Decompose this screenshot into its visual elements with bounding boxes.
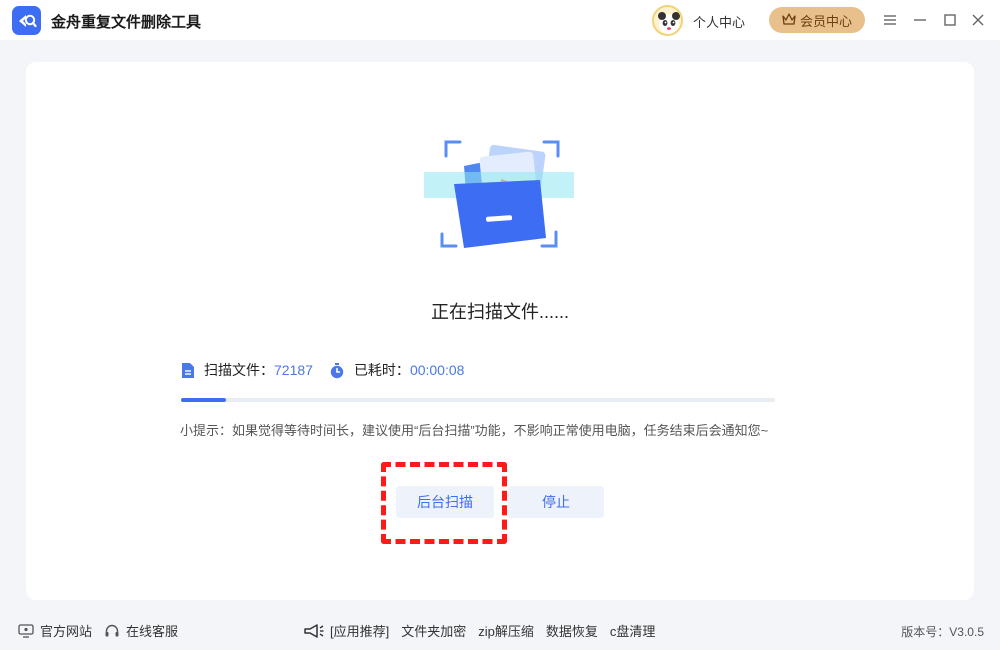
app-recommend-section: [应用推荐] 文件夹加密 zip解压缩 数据恢复 c盘清理 xyxy=(302,621,655,640)
app-logo-icon xyxy=(12,6,41,35)
monitor-icon xyxy=(18,623,34,638)
scanning-folder-illustration xyxy=(424,138,574,258)
menu-icon[interactable] xyxy=(880,10,900,30)
elapsed-time-value: 00:00:08 xyxy=(409,362,465,378)
megaphone-icon xyxy=(302,623,324,639)
document-icon xyxy=(181,362,195,379)
elapsed-time-label: 已耗时： xyxy=(353,362,410,378)
title-bar: 金舟重复文件删除工具 个人中心 会员中心 xyxy=(0,0,1000,40)
official-website-link[interactable]: 官方网站 xyxy=(18,621,92,640)
official-website-label: 官方网站 xyxy=(40,624,93,639)
scan-stats: 扫描文件： 72187 已耗时： 00:00:08 xyxy=(181,360,464,380)
highlight-annotation-box xyxy=(381,462,507,544)
app-recommend-label: [应用推荐] xyxy=(330,624,390,639)
app-title: 金舟重复文件删除工具 xyxy=(51,14,202,31)
close-icon[interactable] xyxy=(968,10,988,30)
footer-link-data-recovery[interactable]: 数据恢复 xyxy=(546,621,598,640)
scanned-files-count: 72187 xyxy=(274,362,313,378)
online-support-label: 在线客服 xyxy=(126,624,179,639)
stop-button[interactable]: 停止 xyxy=(508,486,604,518)
headset-icon xyxy=(104,623,120,639)
scan-tip-text: 小提示：如果觉得等待时间长，建议使用“后台扫描”功能，不影响正常使用电脑，任务结… xyxy=(180,423,769,438)
avatar[interactable] xyxy=(652,5,683,36)
crown-icon xyxy=(782,12,796,28)
footer-link-folder-encrypt[interactable]: 文件夹加密 xyxy=(401,621,466,640)
vip-center-button[interactable]: 会员中心 xyxy=(769,7,865,33)
online-support-link[interactable]: 在线客服 xyxy=(104,621,178,640)
timer-icon xyxy=(329,362,345,379)
scan-status-text: 正在扫描文件...... xyxy=(430,302,569,322)
maximize-icon[interactable] xyxy=(940,10,960,30)
footer-bar: 官方网站 在线客服 [应用推荐] 文件夹加密 zip解压缩 数据恢复 c盘清理 … xyxy=(0,612,1000,650)
minimize-icon[interactable] xyxy=(910,10,930,30)
scanned-files-label: 扫描文件： xyxy=(204,362,274,378)
vip-center-label: 会员中心 xyxy=(799,13,852,29)
scan-progress-bar xyxy=(181,398,775,402)
footer-link-zip[interactable]: zip解压缩 xyxy=(478,621,534,640)
user-center-link[interactable]: 个人中心 xyxy=(693,12,745,31)
scan-panel: 正在扫描文件...... 扫描文件： 72187 已耗时： 00:00:08 小… xyxy=(26,62,974,600)
footer-link-disk-clean[interactable]: c盘清理 xyxy=(610,621,656,640)
scan-progress-fill xyxy=(181,398,227,402)
version-text: 版本号：V3.0.5 xyxy=(901,625,984,639)
